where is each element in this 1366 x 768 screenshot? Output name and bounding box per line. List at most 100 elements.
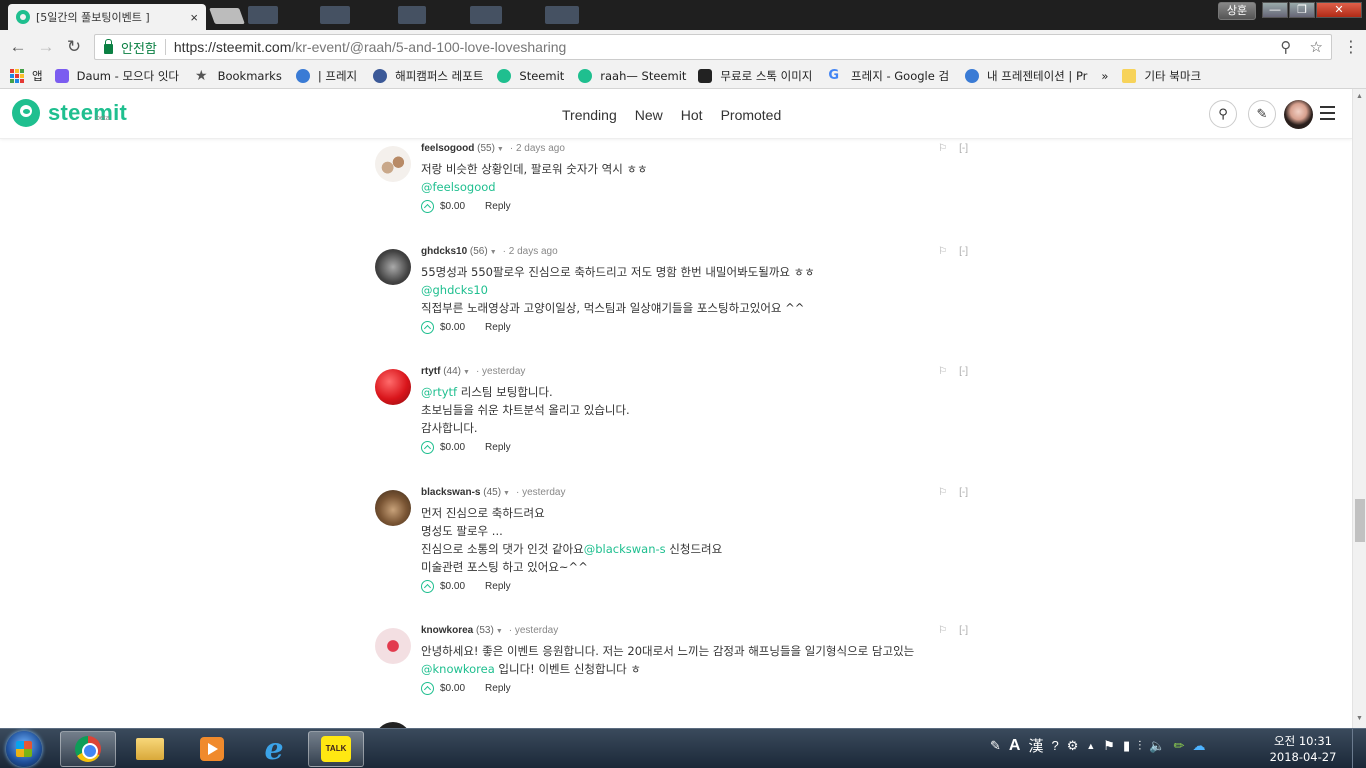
comment-timestamp[interactable]: · 2 days ago bbox=[503, 246, 558, 257]
page-scrollbar[interactable]: ▲ ▼ bbox=[1352, 89, 1366, 728]
scroll-down-icon[interactable]: ▼ bbox=[1356, 715, 1363, 722]
tab-close-icon[interactable]: × bbox=[190, 10, 198, 25]
mention-link[interactable]: @rtytf bbox=[421, 385, 457, 399]
help-icon[interactable]: ? bbox=[1051, 738, 1058, 753]
upvote-icon[interactable] bbox=[421, 320, 434, 334]
system-clock[interactable]: 오전 10:31 2018-04-27 bbox=[1268, 733, 1338, 765]
reply-button[interactable]: Reply bbox=[485, 683, 511, 694]
forward-arrow-icon[interactable]: → bbox=[36, 37, 56, 57]
comment-author[interactable]: knowkorea bbox=[421, 625, 473, 636]
author-dropdown-icon[interactable]: ▼ bbox=[463, 369, 470, 376]
nav-promoted[interactable]: Promoted bbox=[721, 107, 782, 123]
mention-link[interactable]: @blackswan-s bbox=[584, 542, 666, 556]
comment-timestamp[interactable]: · yesterday bbox=[509, 625, 558, 636]
upvote-icon[interactable] bbox=[421, 199, 434, 213]
ime-settings-icon[interactable]: ⚙ bbox=[1067, 738, 1079, 754]
comment-timestamp[interactable]: · 2 days ago bbox=[510, 143, 565, 154]
author-dropdown-icon[interactable]: ▼ bbox=[497, 146, 504, 153]
taskbar-ie[interactable]: e bbox=[246, 731, 302, 767]
scroll-thumb[interactable] bbox=[1355, 499, 1365, 542]
author-dropdown-icon[interactable]: ▼ bbox=[496, 628, 503, 635]
bookmark-raah-steemit[interactable]: raah— Steemit bbox=[578, 68, 686, 83]
upvote-icon[interactable] bbox=[421, 440, 434, 454]
mention-link[interactable]: @feelsogood bbox=[421, 180, 496, 194]
taskbar-explorer[interactable] bbox=[122, 731, 178, 767]
scroll-up-icon[interactable]: ▲ bbox=[1356, 93, 1363, 100]
bookmark-my-presentations[interactable]: 내 프레젠테이션 | Pr bbox=[965, 68, 1087, 84]
comment-author[interactable]: ghdcks10 bbox=[421, 246, 467, 257]
taskbar-chrome[interactable] bbox=[60, 731, 116, 767]
back-arrow-icon[interactable]: ← bbox=[8, 37, 28, 57]
mention-link[interactable]: @ghdcks10 bbox=[421, 283, 488, 297]
bookmark-daum[interactable]: Daum - 모으다 잇다 bbox=[54, 68, 179, 84]
flag-icon[interactable]: ⚐ bbox=[938, 143, 947, 154]
show-hidden-icons-icon[interactable]: ▲ bbox=[1086, 741, 1095, 751]
action-center-flag-icon[interactable]: ⚑ bbox=[1103, 738, 1115, 754]
pen-tool-icon[interactable]: ✏ bbox=[1174, 738, 1185, 754]
reply-button[interactable]: Reply bbox=[485, 201, 511, 212]
comment-payout[interactable]: $0.00 bbox=[440, 683, 465, 694]
comment-timestamp[interactable]: · yesterday bbox=[476, 366, 525, 377]
other-bookmarks[interactable]: 기타 북마크 bbox=[1122, 68, 1201, 84]
author-dropdown-icon[interactable]: ▼ bbox=[503, 490, 510, 497]
comment-timestamp[interactable]: · yesterday bbox=[516, 487, 565, 498]
author-dropdown-icon[interactable]: ▼ bbox=[490, 249, 497, 256]
collapse-button[interactable]: [-] bbox=[959, 143, 968, 154]
ime-a-indicator[interactable]: A bbox=[1009, 737, 1021, 755]
new-tab-button[interactable] bbox=[209, 8, 245, 24]
taskbar-kakaotalk[interactable]: TALK bbox=[308, 731, 364, 767]
user-avatar[interactable] bbox=[1284, 100, 1313, 129]
nav-hot[interactable]: Hot bbox=[681, 107, 703, 123]
device-icon[interactable]: ▮ bbox=[1123, 738, 1130, 754]
comment-author[interactable]: rtytf bbox=[421, 366, 440, 377]
reload-icon[interactable]: ↻ bbox=[64, 37, 84, 57]
comment-avatar[interactable] bbox=[375, 369, 411, 405]
nav-trending[interactable]: Trending bbox=[562, 107, 617, 123]
comment-avatar[interactable] bbox=[375, 628, 411, 664]
comment-avatar[interactable] bbox=[375, 249, 411, 285]
comment-author[interactable]: blackswan-s bbox=[421, 487, 480, 498]
hamburger-menu-icon[interactable] bbox=[1320, 106, 1335, 124]
comment-payout[interactable]: $0.00 bbox=[440, 322, 465, 333]
browser-menu-icon[interactable]: ⋮ bbox=[1343, 37, 1359, 57]
flag-icon[interactable]: ⚐ bbox=[938, 246, 947, 257]
comment-author[interactable]: feelsogood bbox=[421, 143, 474, 154]
reply-button[interactable]: Reply bbox=[485, 322, 511, 333]
flag-icon[interactable]: ⚐ bbox=[938, 366, 947, 377]
flag-icon[interactable]: ⚐ bbox=[938, 487, 947, 498]
bookmarks-overflow[interactable]: » bbox=[1101, 69, 1108, 83]
close-window-button[interactable]: ✕ bbox=[1316, 2, 1362, 18]
steemit-logo[interactable]: steemit bbox=[12, 99, 127, 127]
collapse-button[interactable]: [-] bbox=[959, 246, 968, 257]
collapse-button[interactable]: [-] bbox=[959, 487, 968, 498]
network-signal-icon[interactable]: ⫶ bbox=[1138, 738, 1141, 754]
comment-avatar[interactable] bbox=[375, 146, 411, 182]
bookmark-bookmarks[interactable]: ★ Bookmarks bbox=[195, 68, 282, 84]
zoom-search-icon[interactable]: ⚲ bbox=[1280, 39, 1291, 56]
search-icon[interactable]: ⚲ bbox=[1209, 100, 1237, 128]
volume-icon[interactable]: 🔈 bbox=[1149, 738, 1165, 754]
mention-link[interactable]: @knowkorea bbox=[421, 662, 495, 676]
nav-new[interactable]: New bbox=[635, 107, 663, 123]
upvote-icon[interactable] bbox=[421, 579, 434, 593]
address-bar[interactable]: 안전함 https://steemit.com/kr-event/@raah/5… bbox=[94, 34, 1332, 60]
browser-tab-active[interactable]: [5일간의 풀보팅이벤트 ] × bbox=[8, 4, 206, 30]
collapse-button[interactable]: [-] bbox=[959, 625, 968, 636]
collapse-button[interactable]: [-] bbox=[959, 366, 968, 377]
bookmark-prezi-google[interactable]: G 프레지 - Google 검 bbox=[828, 68, 949, 84]
comment-payout[interactable]: $0.00 bbox=[440, 581, 465, 592]
flag-icon[interactable]: ⚐ bbox=[938, 625, 947, 636]
show-desktop-button[interactable] bbox=[1352, 729, 1366, 768]
bookmark-steemit[interactable]: Steemit bbox=[497, 68, 564, 83]
comment-avatar[interactable] bbox=[375, 490, 411, 526]
start-button[interactable] bbox=[6, 731, 42, 767]
bookmark-prezi[interactable]: | 프레지 bbox=[295, 68, 357, 84]
bookmark-happycampus[interactable]: 해피캠퍼스 레포트 bbox=[373, 68, 483, 84]
ime-hanja-indicator[interactable]: 漢 bbox=[1028, 735, 1043, 756]
bookmark-apps[interactable]: 앱 bbox=[10, 68, 43, 84]
reply-button[interactable]: Reply bbox=[485, 581, 511, 592]
taskbar-media-player[interactable] bbox=[184, 731, 240, 767]
language-icon[interactable]: ✎ bbox=[990, 738, 1001, 754]
profile-button[interactable]: 상훈 bbox=[1218, 2, 1256, 20]
cloud-upload-icon[interactable]: ☁ bbox=[1192, 738, 1205, 754]
